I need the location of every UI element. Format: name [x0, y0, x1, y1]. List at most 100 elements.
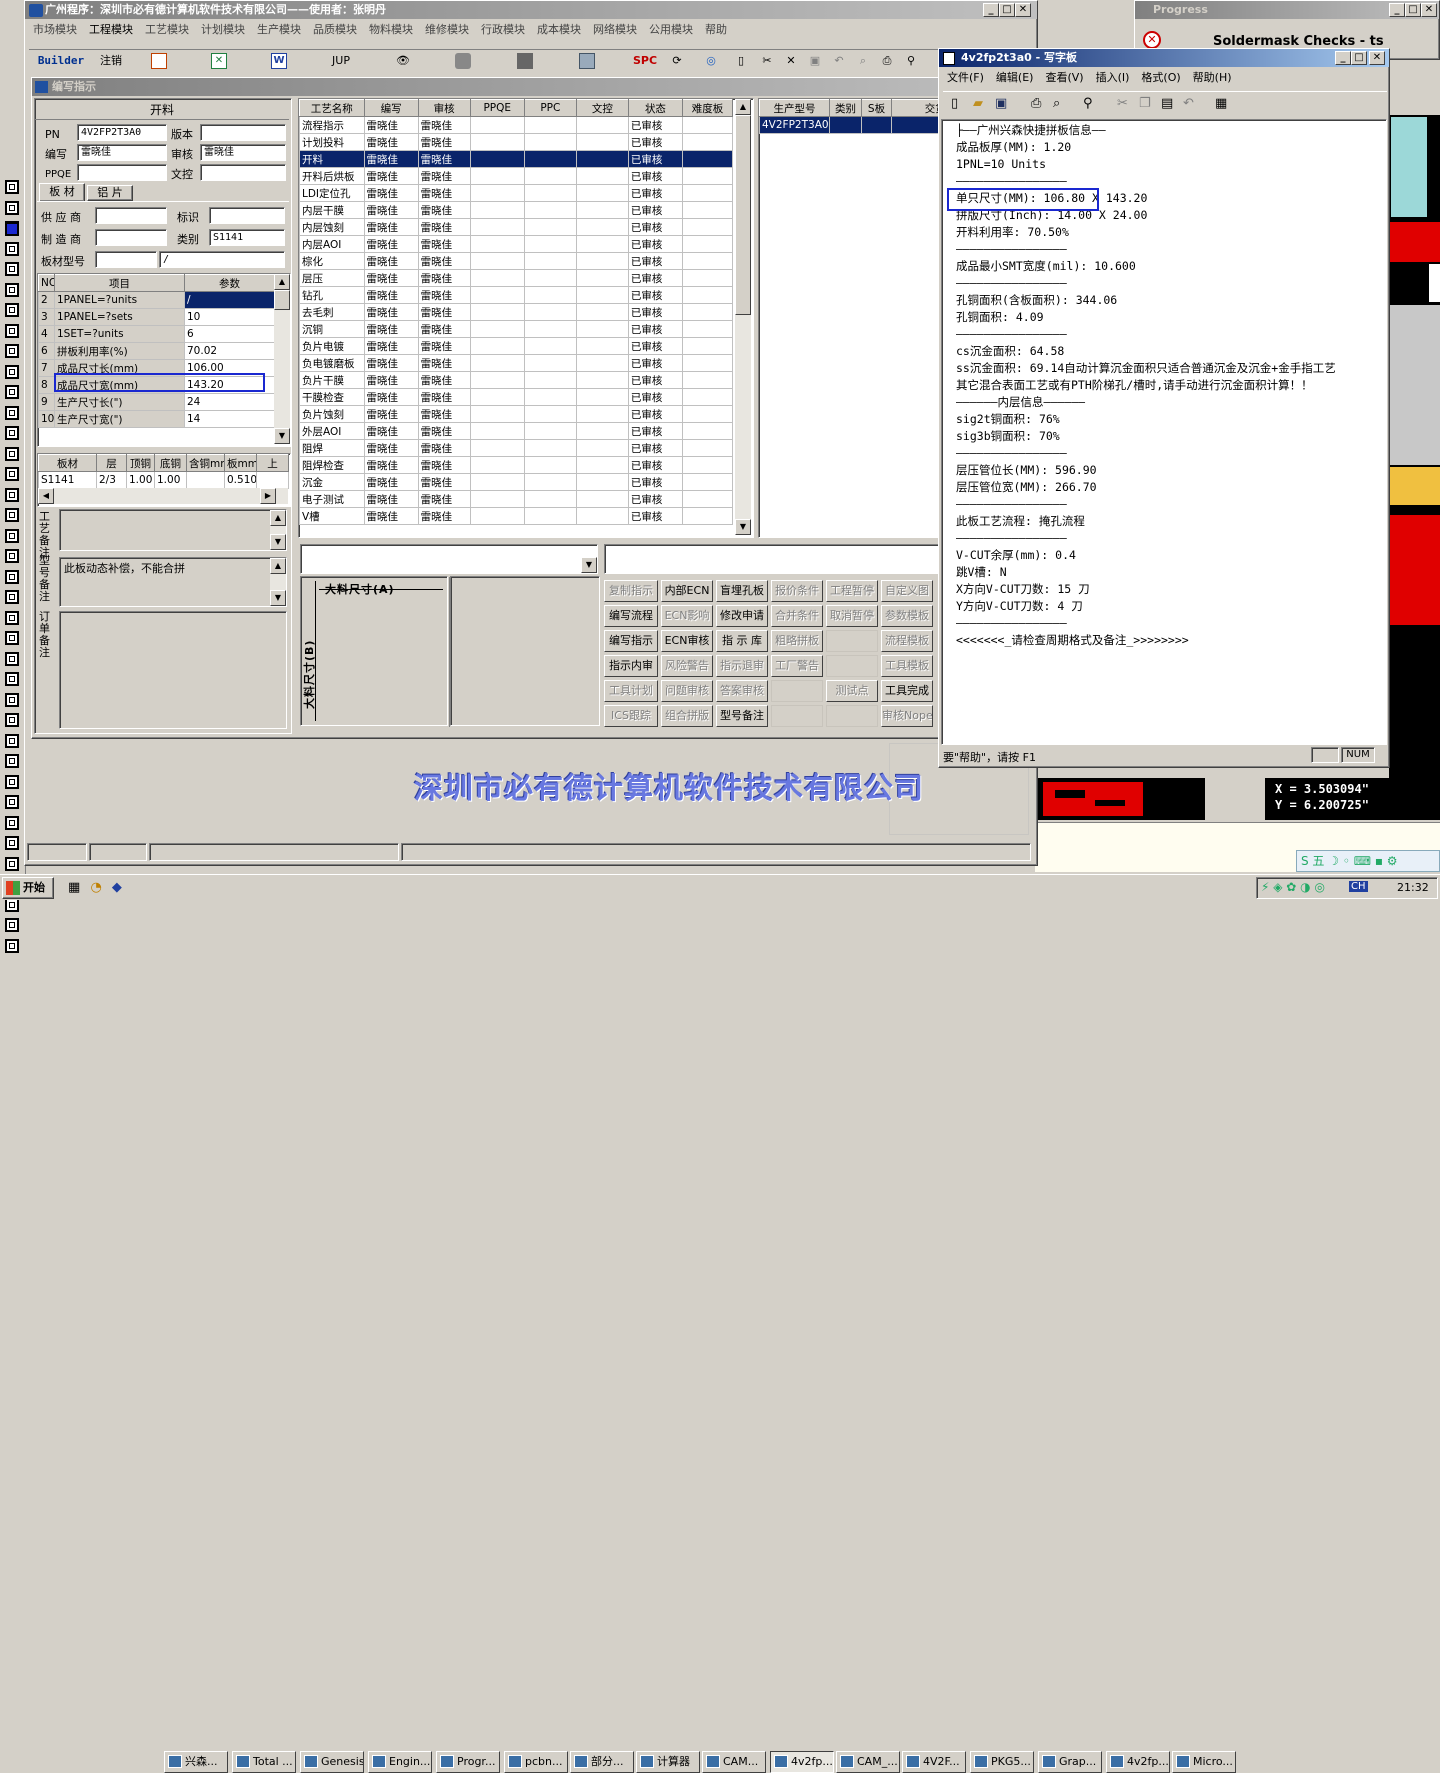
print-icon-wp[interactable]: ⎙ [1031, 96, 1041, 111]
strip-icon[interactable] [5, 405, 19, 420]
strip-icon[interactable] [5, 446, 19, 461]
find-icon[interactable]: ⚲ [899, 50, 923, 74]
new-doc-icon[interactable]: ▯ [729, 50, 753, 74]
model-field[interactable] [95, 251, 157, 268]
undo-icon-wp[interactable]: ↶ [1183, 96, 1194, 111]
eye-icon[interactable]: 👁 [385, 50, 421, 74]
wp-menu-1[interactable]: 编辑(E) [990, 69, 1040, 87]
action-button[interactable]: ECN审核 [661, 630, 713, 652]
strip-icon[interactable] [5, 303, 19, 317]
tab-aluminum[interactable]: 铝 片 [87, 185, 133, 201]
process-note-field[interactable]: ▲ ▼ [59, 509, 287, 551]
strip-icon[interactable] [5, 733, 19, 748]
action-button[interactable]: 风险警告 [661, 655, 713, 677]
action-button[interactable]: 指示退审 [716, 655, 768, 677]
process-row[interactable]: 开料 雷晓佳 雷晓佳 已审核 [299, 150, 733, 168]
model-field-2[interactable]: / [159, 251, 285, 268]
strip-icon[interactable] [5, 610, 19, 625]
material-hscrollbar[interactable]: ◀ ▶ [38, 488, 288, 504]
ppt-icon[interactable] [141, 50, 177, 74]
process-row[interactable]: 阻焊 雷晓佳 雷晓佳 已审核 [299, 439, 733, 457]
strip-icon[interactable] [5, 795, 19, 809]
maker-field[interactable] [95, 229, 167, 246]
process-row[interactable]: 内层AOI 雷晓佳 雷晓佳 已审核 [299, 235, 733, 253]
ie-icon[interactable]: ◎ [699, 50, 723, 74]
model-note-field[interactable]: 此板动态补偿，不能合拼 ▲ ▼ [59, 557, 287, 607]
wordpad-close-button[interactable]: ✕ [1369, 51, 1385, 65]
production-cell[interactable]: 4V2FP2T3A0 [759, 116, 830, 134]
menu-7[interactable]: 维修模块 [419, 21, 475, 39]
wp-menu-2[interactable]: 查看(V) [1039, 69, 1089, 87]
production-col-header[interactable]: 类别 [829, 99, 862, 117]
strip-icon[interactable] [5, 385, 19, 399]
menu-12[interactable]: 帮助 [699, 21, 733, 39]
process-row[interactable]: 棕化 雷晓佳 雷晓佳 已审核 [299, 252, 733, 270]
strip-icon[interactable] [5, 200, 19, 215]
action-button[interactable]: 指 示 库 [716, 630, 768, 652]
logout-button[interactable]: 注销 [95, 50, 127, 74]
menu-6[interactable]: 物料模块 [363, 21, 419, 39]
menu-0[interactable]: 市场模块 [27, 21, 83, 39]
delete-icon[interactable]: ✕ [779, 50, 803, 74]
process-row[interactable]: 沉铜 雷晓佳 雷晓佳 已审核 [299, 320, 733, 338]
menu-9[interactable]: 成本模块 [531, 21, 587, 39]
save-icon-wp[interactable]: ▣ [995, 96, 1007, 111]
params-col-header[interactable]: 参数 [184, 274, 275, 292]
production-col-header[interactable]: S板 [861, 99, 892, 117]
process-row[interactable]: 负电镀磨板 雷晓佳 雷晓佳 已审核 [299, 354, 733, 372]
strip-icon[interactable] [5, 815, 19, 830]
wp-menu-4[interactable]: 格式(O) [1135, 69, 1186, 87]
open-icon[interactable]: ▰ [973, 96, 983, 111]
find-icon-wp[interactable]: ⚲ [1083, 96, 1093, 111]
process-col-header[interactable]: 工艺名称 [299, 99, 365, 117]
strip-icon[interactable] [5, 836, 19, 850]
action-button[interactable]: 审核Nope [881, 705, 933, 727]
taskbar-button[interactable]: pcbn... [504, 1751, 568, 1773]
action-button[interactable]: 工具完成 [881, 680, 933, 702]
spc-button[interactable]: SPC [627, 50, 663, 74]
action-button[interactable]: 编写指示 [604, 630, 658, 652]
strip-icon[interactable] [5, 713, 19, 727]
ime-bar[interactable]: S 五 ☽ ◦ ⌨ ▪ ⚙ [1296, 850, 1440, 872]
process-row[interactable]: LDI定位孔 雷晓佳 雷晓佳 已审核 [299, 184, 733, 202]
taskbar-button[interactable]: PKG5... [970, 1751, 1034, 1773]
process-row[interactable]: 开料后烘板 雷晓佳 雷晓佳 已审核 [299, 167, 733, 185]
excel-icon[interactable]: ✕ [201, 50, 237, 74]
process-combo[interactable]: ▼ [300, 544, 598, 574]
production-col-header[interactable]: 生产型号 [759, 99, 830, 117]
action-button[interactable]: 流程模板 [881, 630, 933, 652]
menu-5[interactable]: 品质模块 [307, 21, 363, 39]
process-row[interactable]: 干膜检查 雷晓佳 雷晓佳 已审核 [299, 388, 733, 406]
action-button[interactable]: 测试点 [826, 680, 878, 702]
strip-icon[interactable] [5, 569, 19, 584]
strip-icon[interactable] [5, 631, 19, 645]
process-scrollbar[interactable]: ▲ ▼ [735, 99, 751, 535]
taskbar-button[interactable]: Genesis [300, 1751, 364, 1773]
print-icon[interactable]: ⎙ [875, 50, 899, 74]
action-button[interactable]: 问题审核 [661, 680, 713, 702]
progress-maximize-button[interactable]: □ [1405, 3, 1421, 17]
wordpad-minimize-button[interactable]: _ [1335, 51, 1351, 65]
strip-icon[interactable] [5, 938, 19, 953]
ppqe-field[interactable] [77, 164, 167, 181]
action-button[interactable]: 工具计划 [604, 680, 658, 702]
jup-button[interactable]: JUP [323, 50, 359, 74]
strip-icon[interactable] [5, 426, 19, 440]
taskbar-button[interactable]: 4v2fp... [1106, 1751, 1170, 1773]
process-row[interactable]: V槽 雷晓佳 雷晓佳 已审核 [299, 507, 733, 525]
strip-icon[interactable] [5, 549, 19, 563]
computer-icon[interactable] [569, 50, 605, 74]
action-button[interactable]: 型号备注 [716, 705, 768, 727]
strip-icon[interactable] [5, 672, 19, 686]
material-col-header[interactable]: 层 [96, 454, 127, 472]
action-button[interactable]: 取消暂停 [826, 605, 878, 627]
material-col-header[interactable]: 顶铜 [126, 454, 155, 472]
taskbar-button[interactable]: 部分... [570, 1751, 634, 1773]
action-button[interactable]: 修改申请 [716, 605, 768, 627]
strip-icon[interactable] [5, 241, 19, 256]
action-button[interactable]: 工程暂停 [826, 580, 878, 602]
taskbar-button[interactable]: 4V2F... [902, 1751, 966, 1773]
taskbar-button[interactable]: Total ... [232, 1751, 296, 1773]
copy-icon[interactable]: ❐ [1139, 96, 1151, 111]
taskbar-button[interactable]: 4v2fp... [770, 1751, 834, 1773]
